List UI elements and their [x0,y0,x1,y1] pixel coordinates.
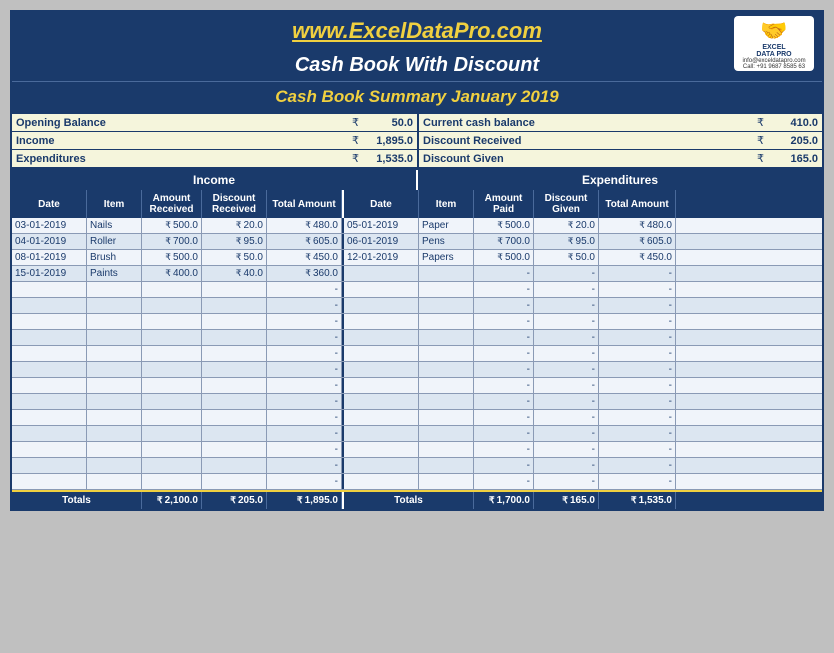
col-header-discount-given: Discount Given [534,190,599,218]
rupee-sym: ₹ [757,134,764,147]
summary-row-disc-recv: Discount Received ₹ 205.0 [417,132,822,150]
handshake-icon: 🤝 [760,18,787,44]
summary-row-income: Income ₹ 1,895.0 [12,132,417,150]
disc-recv-label: Discount Received [423,135,757,147]
cash-balance-label: Current cash balance [423,117,757,129]
section-headers: Income Expenditures [12,170,822,190]
disc-given-value: 165.0 [768,153,818,165]
table-row: ---- [12,410,822,426]
totals-income-amount: ₹2,100.0 [142,492,202,509]
summary-row-disc-given: Discount Given ₹ 165.0 [417,150,822,168]
table-row: ---- [12,282,822,298]
table-row: 04-01-2019Roller₹700.0₹95.0₹605.006-01-2… [12,234,822,250]
table-row: ---- [12,426,822,442]
logo-area: 🤝 EXCELDATA PRO info@exceldatapro.com Ca… [734,16,814,71]
table-section: Income Expenditures Date Item Amount Rec… [12,168,822,509]
table-row: ---- [12,362,822,378]
rupee-sym: ₹ [352,152,359,165]
col-header-discount-received: Discount Received [202,190,267,218]
disc-recv-value: 205.0 [768,135,818,147]
table-row: ---- [12,330,822,346]
subtitle-bar: Cash Book Summary January 2019 [12,81,822,112]
col-header-item-r: Item [419,190,474,218]
table-row: ---- [12,458,822,474]
logo-brand: EXCELDATA PRO [756,44,791,58]
totals-label-l: Totals [12,492,142,509]
rupee-sym: ₹ [352,134,359,147]
opening-balance-value: 50.0 [363,117,413,129]
data-rows: 03-01-2019Nails₹500.0₹20.0₹480.005-01-20… [12,218,822,490]
table-row: ---- [12,314,822,330]
totals-exp-amount: ₹1,700.0 [474,492,534,509]
table-row: ---- [12,442,822,458]
summary-section: Opening Balance ₹ 50.0 Income ₹ 1,895.0 … [12,112,822,168]
summary-row-expenditures: Expenditures ₹ 1,535.0 [12,150,417,168]
rupee-sym: ₹ [352,116,359,129]
cash-balance-value: 410.0 [768,117,818,129]
rupee-sym: ₹ [757,152,764,165]
totals-label-r: Totals [344,492,474,509]
totals-income-discount: ₹205.0 [202,492,267,509]
income-label: Income [16,135,352,147]
col-header-amount-paid: Amount Paid [474,190,534,218]
col-header-date-l: Date [12,190,87,218]
rupee-sym: ₹ [757,116,764,129]
title-bar: Cash Book With Discount [12,50,822,81]
totals-exp-total: ₹1,535.0 [599,492,676,509]
col-header-total-l: Total Amount [267,190,342,218]
subtitle: Cash Book Summary January 2019 [275,87,558,106]
totals-exp-discount: ₹165.0 [534,492,599,509]
table-row: ---- [12,298,822,314]
main-container: www.ExcelDataPro.com 🤝 EXCELDATA PRO inf… [10,10,824,511]
disc-given-label: Discount Given [423,153,757,165]
table-row: ---- [12,346,822,362]
income-section-header: Income [12,170,418,190]
col-header-amount-received: Amount Received [142,190,202,218]
table-row: ---- [12,474,822,490]
column-headers: Date Item Amount Received Discount Recei… [12,190,822,218]
expenditures-label: Expenditures [16,153,352,165]
totals-income-total: ₹1,895.0 [267,492,342,509]
table-row: 15-01-2019Paints₹400.0₹40.0₹360.0--- [12,266,822,282]
income-value: 1,895.0 [363,135,413,147]
expenditure-section-header: Expenditures [418,170,822,190]
site-url: www.ExcelDataPro.com [292,18,542,43]
opening-balance-label: Opening Balance [16,117,352,129]
table-row: ---- [12,378,822,394]
summary-row-cash: Current cash balance ₹ 410.0 [417,114,822,132]
main-title: Cash Book With Discount [295,54,539,76]
col-header-item-l: Item [87,190,142,218]
logo-contact2: Call: +91 9687 8585 63 [743,64,805,70]
header-top: www.ExcelDataPro.com 🤝 EXCELDATA PRO inf… [12,12,822,50]
table-row: 08-01-2019Brush₹500.0₹50.0₹450.012-01-20… [12,250,822,266]
table-row: ---- [12,394,822,410]
summary-row-opening: Opening Balance ₹ 50.0 [12,114,417,132]
summary-right: Current cash balance ₹ 410.0 Discount Re… [417,114,822,168]
col-header-total-r: Total Amount [599,190,676,218]
table-row: 03-01-2019Nails₹500.0₹20.0₹480.005-01-20… [12,218,822,234]
col-header-date-r: Date [344,190,419,218]
totals-row: Totals ₹2,100.0 ₹205.0 ₹1,895.0 Totals ₹… [12,490,822,509]
expenditures-value: 1,535.0 [363,153,413,165]
summary-left: Opening Balance ₹ 50.0 Income ₹ 1,895.0 … [12,114,417,168]
